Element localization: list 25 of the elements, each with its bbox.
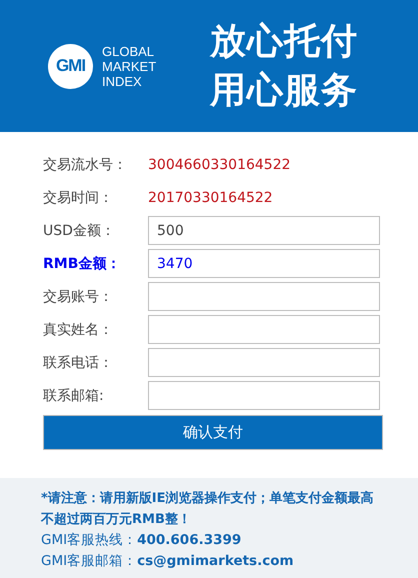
confirm-pay-button[interactable]: 确认支付 bbox=[43, 415, 383, 450]
logo-name: GLOBAL MARKET INDEX bbox=[102, 44, 156, 88]
field-label: 交易时间： bbox=[43, 188, 114, 206]
contact-value: 400.606.3399 bbox=[137, 532, 242, 548]
field-value: 20170330164522 bbox=[148, 190, 273, 206]
contact-label: GMI客服邮箱： bbox=[41, 553, 138, 569]
input-field[interactable] bbox=[148, 348, 380, 377]
field-label: 交易账号： bbox=[43, 288, 114, 306]
contact-value: cs@gmimarkets.com bbox=[137, 553, 294, 569]
contact-label: GMI客服热线： bbox=[41, 532, 138, 548]
input-field[interactable] bbox=[148, 282, 380, 311]
notice-text: *请注意：请用新版IE浏览器操作支付；单笔支付金额最高不超过两百万元RMB整！ bbox=[41, 490, 375, 529]
input-field[interactable] bbox=[148, 315, 380, 344]
field-label: USD金额： bbox=[43, 222, 116, 240]
field-label: 联系邮箱: bbox=[43, 386, 105, 404]
field-value: 3004660330164522 bbox=[148, 156, 291, 172]
logo-mark: GMI bbox=[48, 44, 93, 88]
slogan: 放心托付 用心服务 bbox=[210, 20, 358, 113]
input-field[interactable] bbox=[148, 381, 380, 410]
field-label: 联系电话： bbox=[43, 354, 114, 372]
field-label: RMB金额： bbox=[43, 254, 122, 272]
input-field[interactable]: 3470 bbox=[148, 249, 380, 278]
field-label: 交易流水号： bbox=[43, 156, 128, 174]
field-label: 真实姓名： bbox=[43, 320, 114, 338]
input-field[interactable]: 500 bbox=[148, 216, 380, 245]
